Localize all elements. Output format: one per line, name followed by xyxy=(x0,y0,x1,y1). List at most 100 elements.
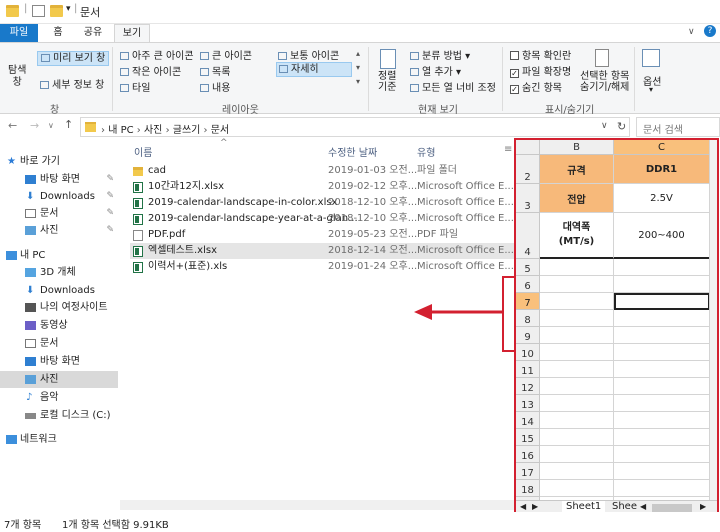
list-item[interactable]: cad 2019-01-03 오전... 파일 폴더 xyxy=(130,163,515,179)
column-header-more[interactable]: ≡ xyxy=(504,144,512,155)
cell-c[interactable]: 200~400 xyxy=(614,213,710,259)
list-item[interactable]: 이력서+(표준).xls 2019-01-24 오후... Microsoft … xyxy=(130,259,515,275)
cell-c[interactable] xyxy=(614,344,710,361)
layout-extra-large[interactable]: 아주 큰 아이콘 xyxy=(120,47,194,62)
properties-icon[interactable] xyxy=(32,5,45,17)
nav-pc-downloads[interactable]: ⬇ Downloads xyxy=(0,282,118,299)
row-header[interactable]: 14 xyxy=(516,412,540,429)
layout-tiles[interactable]: 타일 xyxy=(120,79,150,94)
list-item[interactable]: 엑셀테스트.xlsx 2018-12-14 오전... Microsoft Of… xyxy=(130,243,515,259)
column-header-name[interactable]: 이름 xyxy=(134,144,152,159)
list-item[interactable]: 2019-calendar-landscape-in-color.xlsx 20… xyxy=(130,195,515,211)
cell-b[interactable] xyxy=(540,412,614,429)
cell-b[interactable] xyxy=(540,276,614,293)
row-header[interactable]: 17 xyxy=(516,463,540,480)
cell-b[interactable] xyxy=(540,480,614,497)
row-header[interactable]: 13 xyxy=(516,395,540,412)
search-input[interactable]: 문서 검색 xyxy=(643,121,683,136)
sheet-nav-next-icon[interactable]: ▶ xyxy=(532,502,538,511)
layout-medium[interactable]: 보통 아이콘 xyxy=(278,47,339,62)
layout-list[interactable]: 목록 xyxy=(200,63,230,78)
cell-b[interactable]: 규격 xyxy=(540,155,614,184)
h-scroll-thumb[interactable] xyxy=(652,504,692,512)
fit-columns-button[interactable]: 모든 열 너비 조정 xyxy=(410,79,496,94)
nav-network[interactable]: 네트워크 xyxy=(0,431,118,448)
column-header-c[interactable]: C xyxy=(614,140,710,155)
add-columns-button[interactable]: 열 추가 ▾ xyxy=(410,63,461,78)
nav-local-disk[interactable]: 로컬 디스크 (C:) xyxy=(0,407,118,424)
row-header[interactable]: 6 xyxy=(516,276,540,293)
cell-b[interactable] xyxy=(540,446,614,463)
row-header[interactable]: 8 xyxy=(516,310,540,327)
row-header[interactable]: 7 xyxy=(516,293,540,310)
row-header[interactable]: 9 xyxy=(516,327,540,344)
back-arrow-icon[interactable]: ← xyxy=(8,119,17,132)
list-item[interactable]: 2019-calendar-landscape-year-at-a-glan..… xyxy=(130,211,515,227)
layout-large[interactable]: 큰 아이콘 xyxy=(200,47,252,62)
nav-downloads[interactable]: ⬇ Downloads ✎ xyxy=(0,188,118,205)
group-by-button[interactable]: 분류 방법 ▾ xyxy=(410,47,470,62)
nav-music[interactable]: ♪ 음악 xyxy=(0,389,118,406)
help-icon[interactable]: ? xyxy=(704,25,716,37)
layout-details[interactable]: 자세히 xyxy=(276,62,352,77)
select-all-corner[interactable] xyxy=(516,140,540,155)
cell-b[interactable]: 대역폭 (MT/s) xyxy=(540,213,614,259)
nav-desktop[interactable]: 바탕 화면 ✎ xyxy=(0,171,118,188)
file-extensions-toggle[interactable]: ✓ 파일 확장명 xyxy=(510,63,571,78)
cell-b[interactable] xyxy=(540,293,614,310)
layout-content[interactable]: 내용 xyxy=(200,79,230,94)
cell-c[interactable]: 2.5V xyxy=(614,184,710,213)
cell-b[interactable] xyxy=(540,429,614,446)
cell-b[interactable] xyxy=(540,378,614,395)
item-checkboxes-toggle[interactable]: 항목 확인란 xyxy=(510,47,571,62)
tab-home[interactable]: 홈 xyxy=(44,24,72,42)
cell-c[interactable] xyxy=(614,395,710,412)
qa-dropdown-icon[interactable]: ▾ xyxy=(66,4,71,14)
cell-c[interactable] xyxy=(614,327,710,344)
h-scroll-left-icon[interactable]: ◀ xyxy=(640,502,646,511)
address-bar[interactable]: › 내 PC › 사진 › 글쓰기 › 문서 ∨ ↻ xyxy=(80,117,630,137)
layout-small[interactable]: 작은 아이콘 xyxy=(120,63,181,78)
tab-file[interactable]: 파일 xyxy=(0,24,38,42)
row-header[interactable]: 4 xyxy=(516,213,540,259)
cell-b[interactable] xyxy=(540,344,614,361)
nav-pc-desktop[interactable]: 바탕 화면 xyxy=(0,353,118,370)
search-box[interactable]: 문서 검색 xyxy=(636,117,720,137)
new-folder-icon[interactable] xyxy=(50,5,63,17)
crumb-documents[interactable]: 문서 xyxy=(211,125,229,136)
crumb-pictures[interactable]: 사진 xyxy=(144,125,162,136)
list-item[interactable]: PDF.pdf 2019-05-23 오전... PDF 파일 xyxy=(130,227,515,243)
cell-b[interactable] xyxy=(540,361,614,378)
row-header[interactable]: 15 xyxy=(516,429,540,446)
nav-this-pc[interactable]: 내 PC xyxy=(0,247,118,264)
row-header[interactable]: 3 xyxy=(516,184,540,213)
nav-pictures[interactable]: 사진 ✎ xyxy=(0,222,118,239)
address-dropdown-icon[interactable]: ∨ xyxy=(601,121,608,131)
cell-c[interactable] xyxy=(614,412,710,429)
cell-c[interactable]: DDR1 xyxy=(614,155,710,184)
forward-arrow-icon[interactable]: → xyxy=(30,119,39,132)
column-header-b[interactable]: B xyxy=(540,140,614,155)
sort-by-button[interactable]: 정렬 기준 xyxy=(378,71,396,93)
cell-c[interactable] xyxy=(614,480,710,497)
sheet-tab-sheet2[interactable]: Shee xyxy=(612,501,637,512)
list-item[interactable]: 10간과12지.xlsx 2019-02-12 오후... Microsoft … xyxy=(130,179,515,195)
hidden-items-toggle[interactable]: ✓ 숨긴 항목 xyxy=(510,79,562,94)
tab-share[interactable]: 공유 xyxy=(76,24,110,42)
column-header-type[interactable]: 유형 xyxy=(417,144,435,159)
cell-b[interactable]: 전압 xyxy=(540,184,614,213)
row-header[interactable]: 10 xyxy=(516,344,540,361)
cell-c[interactable] xyxy=(614,276,710,293)
nav-pane-button[interactable]: 탐색 창 xyxy=(8,65,26,89)
preview-pane-button[interactable]: 미리 보기 창 xyxy=(37,51,110,66)
collapse-ribbon-icon[interactable]: ∨ xyxy=(688,27,695,37)
refresh-icon[interactable]: ↻ xyxy=(617,120,626,133)
cell-c[interactable] xyxy=(614,293,710,310)
up-arrow-icon[interactable]: ↑ xyxy=(64,118,73,131)
cell-c[interactable] xyxy=(614,310,710,327)
nav-my-journey[interactable]: 나의 여정사이트 xyxy=(0,299,118,316)
h-scroll-right-icon[interactable]: ▶ xyxy=(700,502,706,511)
layout-scroll-icon[interactable]: ▴ ▾ ▾ xyxy=(356,47,360,89)
nav-videos[interactable]: 동영상 xyxy=(0,317,118,334)
cell-c[interactable] xyxy=(614,378,710,395)
